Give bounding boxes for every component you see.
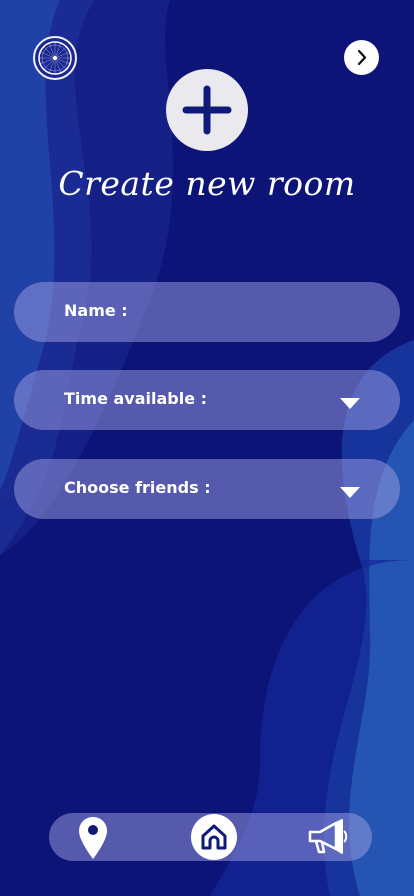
page-title: Create new room <box>58 164 356 203</box>
map-pin-icon <box>79 817 107 859</box>
time-available-label: Time available : <box>64 389 208 408</box>
app-logo[interactable] <box>33 36 77 80</box>
chevron-right-icon <box>357 49 367 66</box>
plus-icon <box>182 85 232 135</box>
caret-down-icon <box>340 398 360 409</box>
choose-friends-label: Choose friends : <box>64 478 211 497</box>
home-icon <box>201 824 227 850</box>
bottom-nav <box>49 813 372 861</box>
nav-location-button[interactable] <box>77 815 109 861</box>
nav-home-button[interactable] <box>191 814 237 860</box>
time-available-dropdown[interactable]: Time available : <box>14 370 400 430</box>
name-field[interactable]: Name : <box>14 282 400 342</box>
bicycle-wheel-icon <box>38 41 72 75</box>
name-label: Name : <box>64 301 128 320</box>
megaphone-icon <box>308 819 348 854</box>
caret-down-icon <box>340 487 360 498</box>
add-room-button[interactable] <box>166 69 248 151</box>
choose-friends-dropdown[interactable]: Choose friends : <box>14 459 400 519</box>
nav-announcements-button[interactable] <box>306 816 350 858</box>
next-button[interactable] <box>344 40 379 75</box>
